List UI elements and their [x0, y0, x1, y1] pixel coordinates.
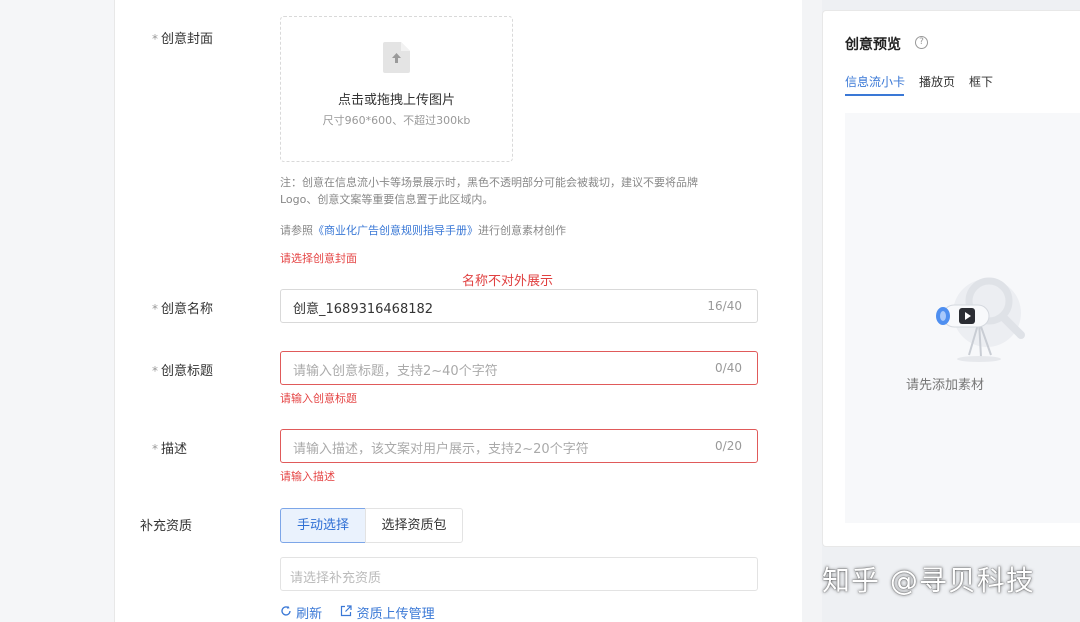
- select-package-button[interactable]: 选择资质包: [365, 508, 463, 543]
- name-label: * 创意名称: [152, 298, 213, 317]
- required-mark: *: [152, 442, 158, 456]
- preview-canvas: 请先添加素材: [845, 113, 1080, 523]
- creative-preview-panel: 创意预览 ? 信息流小卡 播放页 框下 请先添加素材: [822, 10, 1080, 547]
- external-link-icon: [341, 605, 353, 617]
- title-input-placeholder: 请输入创意标题，支持2~40个字符: [293, 364, 498, 379]
- refresh-link[interactable]: 刷新: [280, 603, 322, 622]
- upload-manage-link-text: 资质上传管理: [356, 607, 435, 622]
- required-mark: *: [152, 302, 158, 316]
- ref-prefix: 请参照: [280, 224, 313, 237]
- preview-title: 创意预览: [845, 37, 901, 53]
- description-input-placeholder: 请输入描述，该文案对用户展示，支持2~20个字符: [293, 442, 589, 457]
- description-error: 请输入描述: [280, 470, 335, 483]
- name-char-count: 16/40: [707, 299, 742, 313]
- title-label-text: 创意标题: [161, 364, 214, 379]
- description-input[interactable]: 请输入描述，该文案对用户展示，支持2~20个字符 0/20: [280, 429, 758, 463]
- upload-manage-link[interactable]: 资质上传管理: [340, 603, 435, 622]
- name-label-text: 创意名称: [161, 302, 214, 317]
- cover-note: 注：创意在信息流小卡等场景展示时，黑色不透明部分可能会被裁切，建议不要将品牌 L…: [280, 174, 740, 208]
- refresh-link-text: 刷新: [296, 607, 323, 622]
- tab-play-page[interactable]: 播放页: [919, 73, 955, 90]
- manual-select-button[interactable]: 手动选择: [280, 508, 366, 543]
- description-label: * 描述: [152, 438, 187, 457]
- refresh-icon: [281, 605, 291, 616]
- ref-suffix: 进行创意素材创作: [478, 224, 566, 237]
- cover-label: * 创意封面: [152, 28, 213, 47]
- cover-note-line1: 注：创意在信息流小卡等场景展示时，黑色不透明部分可能会被裁切，建议不要将品牌: [280, 176, 698, 189]
- title-input[interactable]: 请输入创意标题，支持2~40个字符 0/40: [280, 351, 758, 385]
- empty-telescope-illustration: [936, 277, 1025, 362]
- empty-preview-text: 请先添加素材: [905, 378, 984, 393]
- required-mark: *: [152, 32, 158, 46]
- name-input-value: 创意_1689316468182: [293, 302, 434, 317]
- guide-manual-link[interactable]: 《商业化广告创意规则指导手册》: [313, 224, 478, 237]
- title-error: 请输入创意标题: [280, 392, 357, 405]
- qualification-placeholder: 请选择补充资质: [290, 571, 382, 586]
- tab-feed-card[interactable]: 信息流小卡: [845, 73, 905, 90]
- name-annotation: 名称不对外展示: [462, 274, 554, 289]
- upload-hint: 尺寸960*600、不超过300kb: [322, 114, 471, 127]
- left-background: [0, 0, 114, 622]
- help-icon[interactable]: ?: [915, 36, 928, 49]
- panel-gap: [802, 0, 822, 622]
- qualification-label: 补充资质: [140, 519, 193, 534]
- qualification-links: 刷新 资质上传管理: [280, 603, 435, 622]
- tab-below-frame[interactable]: 框下: [969, 73, 993, 90]
- cover-label-text: 创意封面: [161, 32, 214, 47]
- description-char-count: 0/20: [715, 439, 742, 453]
- name-input[interactable]: 创意_1689316468182 16/40: [280, 289, 758, 323]
- description-label-text: 描述: [161, 442, 188, 457]
- cover-upload-area[interactable]: 点击或拖拽上传图片 尺寸960*600、不超过300kb: [280, 16, 513, 162]
- cover-note-line2: Logo、创意文案等重要信息置于此区域内。: [280, 193, 494, 206]
- required-mark: *: [152, 364, 158, 378]
- zhihu-watermark: 知乎 @寻贝科技: [822, 564, 1035, 597]
- guide-reference: 请参照《商业化广告创意规则指导手册》进行创意素材创作: [280, 222, 566, 238]
- upload-file-icon: [383, 42, 410, 73]
- title-label: * 创意标题: [152, 360, 213, 379]
- upload-text: 点击或拖拽上传图片: [337, 93, 455, 108]
- cover-error: 请选择创意封面: [280, 252, 357, 265]
- qualification-select[interactable]: 请选择补充资质: [280, 557, 758, 591]
- active-tab-indicator: [845, 94, 904, 96]
- title-char-count: 0/40: [715, 361, 742, 375]
